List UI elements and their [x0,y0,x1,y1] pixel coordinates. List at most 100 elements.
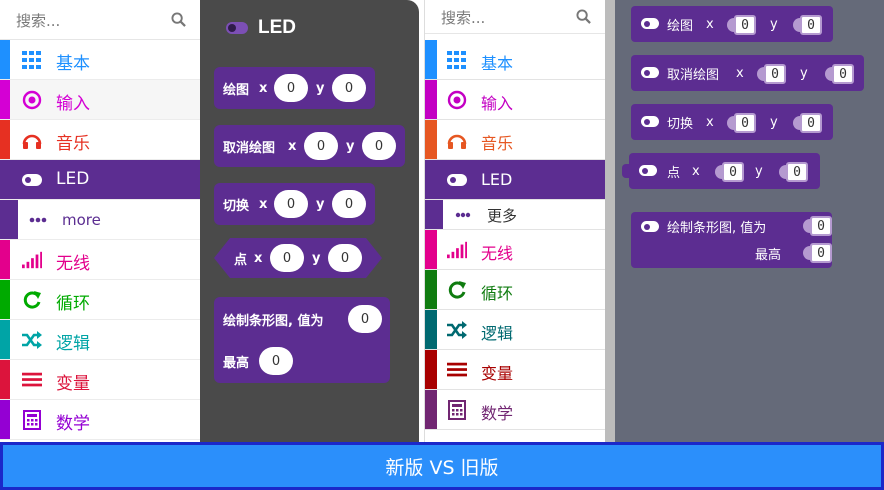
category-basic[interactable]: 基本 [0,40,200,80]
x-label: x [259,80,268,96]
new-search-input[interactable]: 搜索... [16,10,60,31]
toggle-icon [641,18,659,29]
category-label: 无线 [481,244,514,263]
unplot-block[interactable]: 取消绘图 x 0 y 0 [214,125,405,167]
block-label: 绘图 [223,82,250,98]
old-category-input[interactable]: 输入 [425,80,605,120]
input-socket [803,219,810,233]
high-label: 最高 [223,355,250,371]
category-variables[interactable]: 变量 [0,360,200,400]
category-color-bar [0,120,10,159]
old-category-music[interactable]: 音乐 [425,120,605,160]
block-label: 绘制条形图, 值为 [667,220,767,236]
y-label: y [770,16,778,32]
category-color-bar [0,40,10,79]
category-more[interactable]: more [0,200,200,240]
input-socket [757,67,764,81]
category-color-bar [425,230,437,269]
category-label: 更多 [487,207,518,225]
high-value-input[interactable]: 0 [810,243,832,263]
category-color-bar [425,120,437,159]
led-flyout: LED 绘图 x 0 y 0 取消绘图 x 0 y 0 切换 x 0 y 0 点… [200,0,419,442]
category-label: 逻辑 [56,334,90,354]
category-color-bar [425,270,437,309]
old-category-basic[interactable]: 基本 [425,40,605,80]
old-category-logic[interactable]: 逻辑 [425,310,605,350]
block-label: 点 [667,165,681,181]
category-led[interactable]: LED [0,160,200,200]
block-label: 切换 [223,198,250,214]
old-toggle-block[interactable]: 切换 x 0 y 0 [631,104,833,140]
old-category-led[interactable]: LED [425,160,605,200]
category-color-bar [425,390,437,429]
old-plot-bar-graph-block[interactable]: 绘制条形图, 值为 0 最高 0 [631,212,832,268]
x-value-input[interactable]: 0 [722,162,744,182]
old-category-radio[interactable]: 无线 [425,230,605,270]
y-label: y [346,138,355,154]
flyout-header: LED [226,15,296,41]
category-math[interactable]: 数学 [0,400,200,440]
y-value-input[interactable]: 0 [800,113,822,133]
old-category-variables[interactable]: 变量 [425,350,605,390]
category-label: 无线 [56,254,90,274]
toggle-icon [447,170,467,190]
shuffle-icon [22,330,42,350]
x-value-input[interactable]: 0 [764,64,786,84]
y-label: y [770,114,778,130]
category-label: 逻辑 [481,324,514,343]
category-color-bar [425,350,437,389]
old-toolbox-scrollbar[interactable] [605,0,615,442]
y-value-input[interactable]: 0 [332,190,366,218]
toggle-block[interactable]: 切换 x 0 y 0 [214,183,375,225]
search-icon[interactable] [171,12,186,27]
flyout-title: LED [258,17,296,38]
y-label: y [800,65,808,81]
new-search-box[interactable]: 搜索... [0,0,200,40]
category-logic[interactable]: 逻辑 [0,320,200,360]
category-input[interactable]: 输入 [0,80,200,120]
category-color-bar [0,80,10,119]
old-category-math[interactable]: 数学 [425,390,605,430]
x-value-input[interactable]: 0 [274,190,308,218]
point-block[interactable]: 点 x 0 y 0 [214,238,382,278]
value-input[interactable]: 0 [810,216,832,236]
old-plot-block[interactable]: 绘图 x 0 y 0 [631,6,833,42]
x-value-input[interactable]: 0 [304,132,338,160]
old-point-block[interactable]: 点 x 0 y 0 [622,153,820,189]
block-label: 绘图 [667,18,694,34]
loop-arrow-icon [447,280,467,300]
y-value-input[interactable]: 0 [332,74,366,102]
category-label: 音乐 [481,134,514,153]
block-label: 点 [234,252,248,268]
category-radio[interactable]: 无线 [0,240,200,280]
category-music[interactable]: 音乐 [0,120,200,160]
y-value-input[interactable]: 0 [800,15,822,35]
x-value-input[interactable]: 0 [274,74,308,102]
x-value-input[interactable]: 0 [270,244,304,272]
category-label: 输入 [56,94,90,114]
category-label: 数学 [56,414,90,434]
old-search-box[interactable]: 搜索... [425,0,605,34]
y-value-input[interactable]: 0 [832,64,854,84]
category-loops[interactable]: 循环 [0,280,200,320]
toggle-icon [641,67,659,78]
old-unplot-block[interactable]: 取消绘图 x 0 y 0 [631,55,864,91]
plot-block[interactable]: 绘图 x 0 y 0 [214,67,375,109]
old-category-loops[interactable]: 循环 [425,270,605,310]
input-socket [793,116,800,130]
search-icon[interactable] [576,9,591,24]
value-input[interactable]: 0 [348,305,382,333]
old-search-input[interactable]: 搜索... [441,7,485,28]
old-category-more[interactable]: 更多 [425,200,605,230]
category-label: LED [56,169,90,189]
high-value-input[interactable]: 0 [259,347,293,375]
x-value-input[interactable]: 0 [734,113,756,133]
y-label: y [312,250,321,266]
plot-bar-graph-block[interactable]: 绘制条形图, 值为 0 最高 0 [214,297,390,383]
y-value-input[interactable]: 0 [786,162,808,182]
y-value-input[interactable]: 0 [362,132,396,160]
x-label: x [736,65,744,81]
y-label: y [316,196,325,212]
y-value-input[interactable]: 0 [328,244,362,272]
x-value-input[interactable]: 0 [734,15,756,35]
